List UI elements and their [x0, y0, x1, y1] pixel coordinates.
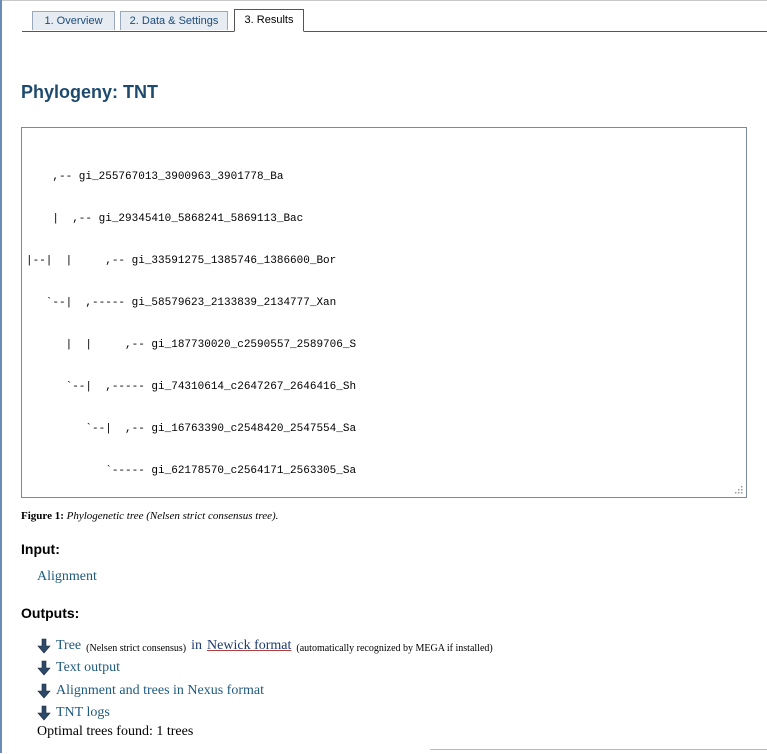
tree-line: `--| ,----- gi_58579623_2133839_2134777_… [26, 297, 337, 309]
tab-results[interactable]: 3. Results [234, 9, 304, 32]
tnt-logs-link[interactable]: TNT logs [56, 705, 110, 721]
optimal-trees-text: Optimal trees found: 1 trees [37, 724, 194, 739]
download-arrow-icon [37, 660, 51, 676]
tab-bar: 1. Overview 2. Data & Settings 3. Result… [22, 9, 767, 32]
tree-in-word: in [191, 638, 203, 653]
nexus-link[interactable]: Alignment and trees in Nexus format [56, 683, 264, 699]
tab-overview[interactable]: 1. Overview [32, 11, 115, 30]
page-title: Phylogeny: TNT [21, 82, 159, 102]
figure-label: Figure 1: [21, 510, 64, 522]
output-item-text: Text output [37, 658, 120, 676]
newick-format-link[interactable]: Newick format [207, 638, 291, 654]
outputs-heading: Outputs: [21, 605, 80, 621]
download-arrow-icon [37, 638, 51, 654]
figure-caption: Figure 1: Phylogenetic tree (Nelsen stri… [21, 510, 278, 522]
bottom-divider [430, 749, 767, 754]
input-heading: Input: [21, 541, 60, 557]
tree-line: |--| | ,-- gi_33591275_1385746_1386600_B… [26, 255, 337, 267]
tree-line: `----- gi_62178570_c2564171_2563305_Sa [26, 465, 357, 477]
tree-text-area[interactable]: ,-- gi_255767013_3900963_3901778_Ba | ,-… [21, 127, 747, 498]
output-item-nexus: Alignment and trees in Nexus format [37, 681, 264, 699]
tab-data-settings[interactable]: 2. Data & Settings [120, 11, 228, 30]
resize-grip-icon[interactable] [733, 484, 743, 494]
text-output-link[interactable]: Text output [56, 660, 120, 676]
tree-line: | | ,-- gi_187730020_c2590557_2589706_S [26, 339, 357, 351]
download-arrow-icon [37, 683, 51, 699]
newick-note: (automatically recognized by MEGA if ins… [296, 643, 493, 654]
figure-text: Phylogenetic tree (Nelsen strict consens… [66, 510, 279, 522]
left-frame-border [0, 0, 2, 753]
tree-note: (Nelsen strict consensus) [86, 643, 187, 654]
tree-line: `--| ,-- gi_16763390_c2548420_2547554_Sa [26, 423, 357, 435]
tree-link[interactable]: Tree [56, 638, 81, 654]
output-item-tree: Tree (Nelsen strict consensus) in Newick… [37, 636, 493, 654]
tree-line: ,-- gi_255767013_3900963_3901778_Ba [26, 171, 284, 183]
tree-line: | ,-- gi_29345410_5868241_5869113_Bac [26, 213, 304, 225]
download-arrow-icon [37, 705, 51, 721]
output-item-logs: TNT logs [37, 703, 110, 721]
tree-line: `--| ,----- gi_74310614_c2647267_2646416… [26, 381, 357, 393]
alignment-link[interactable]: Alignment [37, 569, 97, 585]
top-border [0, 0, 767, 1]
